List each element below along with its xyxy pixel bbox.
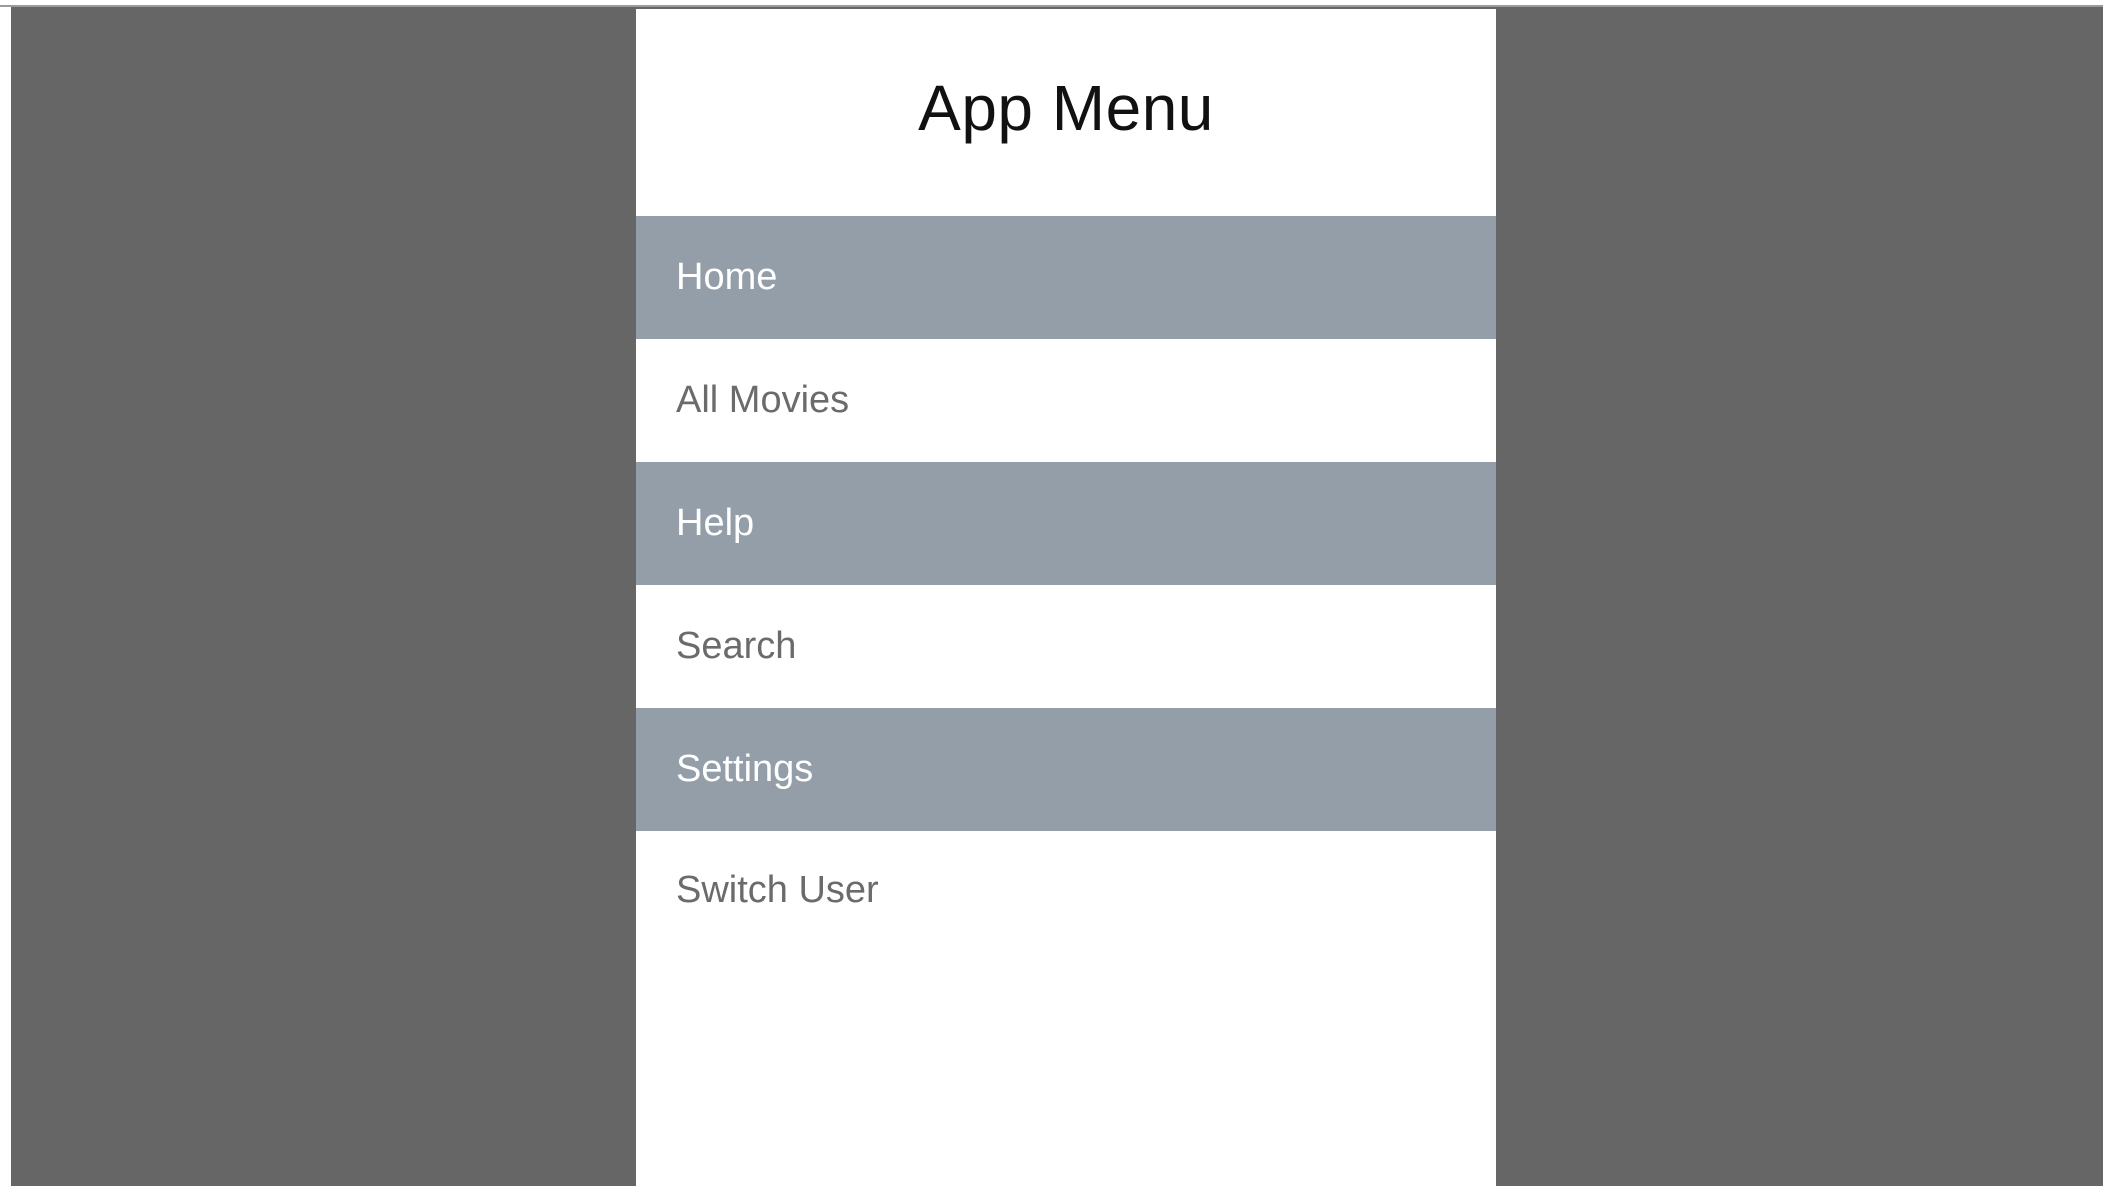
menu-item-home[interactable]: Home (636, 216, 1496, 339)
left-edge (0, 7, 11, 1186)
menu-item-help[interactable]: Help (636, 462, 1496, 585)
top-border (0, 0, 2103, 7)
menu-item-search[interactable]: Search (636, 585, 1496, 708)
app-menu-panel: App Menu Home All Movies Help Search Set… (636, 9, 1496, 1186)
menu-title: App Menu (918, 71, 1214, 144)
menu-item-settings[interactable]: Settings (636, 708, 1496, 831)
menu-item-switch-user[interactable]: Switch User (636, 831, 1496, 949)
menu-item-all-movies[interactable]: All Movies (636, 339, 1496, 462)
screen: App Menu Home All Movies Help Search Set… (0, 0, 2103, 1186)
menu-list: Home All Movies Help Search Settings Swi… (636, 216, 1496, 949)
